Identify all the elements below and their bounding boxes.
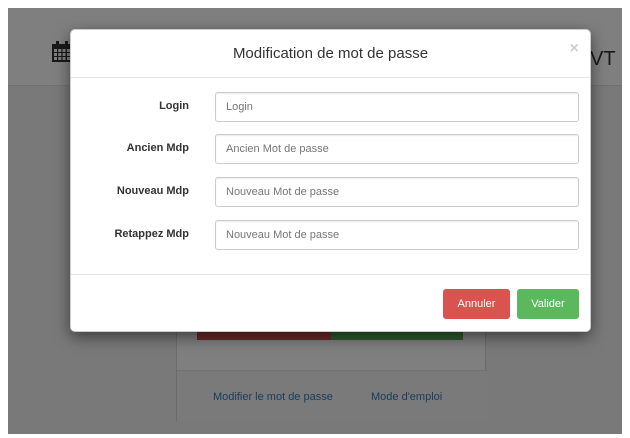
new-password-input[interactable] [215,177,579,207]
password-modal: Modification de mot de passe × Login Anc… [70,29,591,332]
submit-button[interactable]: Valider [517,289,579,319]
login-input[interactable] [215,92,579,122]
confirm-password-input[interactable] [215,220,579,250]
cancel-button[interactable]: Annuler [443,289,510,319]
form-row-new-password: Nouveau Mdp [71,177,590,207]
modal-header: Modification de mot de passe × [71,30,590,78]
close-icon[interactable]: × [570,41,579,57]
login-label: Login [159,100,189,112]
confirm-password-label: Retappez Mdp [114,228,189,240]
form-row-login: Login [71,92,590,122]
modal-footer: Annuler Valider [71,274,590,331]
old-password-input[interactable] [215,134,579,164]
old-password-label: Ancien Mdp [126,142,189,154]
form-row-confirm-password: Retappez Mdp [71,220,590,250]
modal-title: Modification de mot de passe [232,45,429,62]
new-password-label: Nouveau Mdp [116,185,189,197]
form-row-old-password: Ancien Mdp [71,134,590,164]
